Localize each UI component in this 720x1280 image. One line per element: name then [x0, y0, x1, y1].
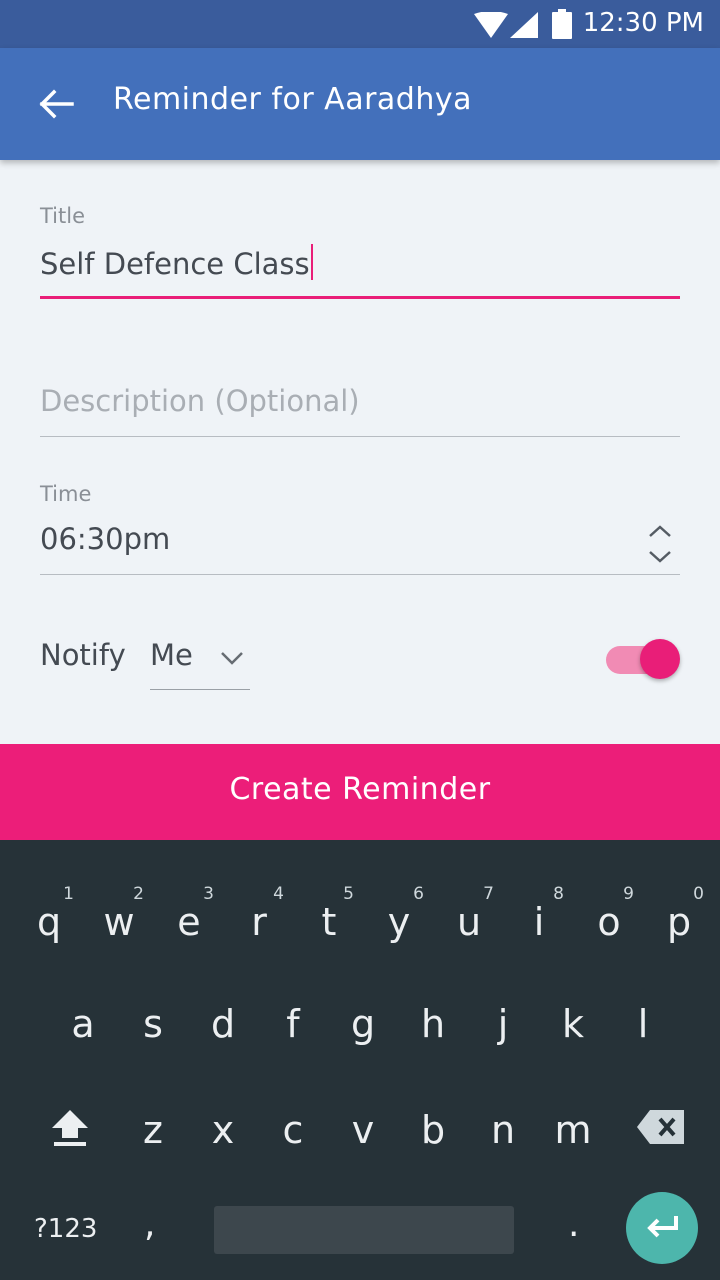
- notify-dropdown-underline: [150, 689, 250, 690]
- key-hint: 6: [413, 884, 424, 904]
- key-label: o: [597, 900, 621, 944]
- keyboard-key[interactable]: z: [118, 1094, 188, 1190]
- title-input[interactable]: Self Defence Class: [40, 244, 313, 281]
- keyboard-key[interactable]: g: [328, 988, 398, 1084]
- create-reminder-button[interactable]: Create Reminder: [0, 744, 720, 840]
- key-hint: 5: [343, 884, 354, 904]
- reminder-form: Title Self Defence Class Description (Op…: [0, 160, 720, 744]
- backspace-icon[interactable]: [636, 1108, 686, 1146]
- comma-key[interactable]: ,: [144, 1204, 155, 1245]
- symbols-key[interactable]: ?123: [34, 1214, 97, 1244]
- enter-icon: [647, 1216, 678, 1238]
- space-key[interactable]: [214, 1206, 514, 1254]
- keyboard-key[interactable]: x: [188, 1094, 258, 1190]
- back-arrow-icon[interactable]: [36, 84, 76, 124]
- key-label: q: [36, 900, 62, 944]
- notify-toggle[interactable]: [604, 638, 684, 682]
- status-time: 12:30 PM: [582, 8, 704, 38]
- text-cursor: [310, 244, 313, 280]
- description-input[interactable]: Description (Optional): [40, 384, 360, 418]
- key-label: t: [321, 900, 337, 944]
- notify-dropdown[interactable]: Me: [150, 638, 250, 690]
- key-label: a: [71, 1002, 95, 1046]
- key-label: x: [211, 1108, 235, 1152]
- keyboard-key[interactable]: r4: [224, 884, 294, 982]
- keyboard-key[interactable]: c: [258, 1094, 328, 1190]
- key-label: b: [420, 1108, 446, 1152]
- keyboard-key[interactable]: l: [608, 988, 678, 1084]
- keyboard-key[interactable]: k: [538, 988, 608, 1084]
- keyboard-key[interactable]: j: [468, 988, 538, 1084]
- keyboard-key[interactable]: t5: [294, 884, 364, 982]
- keyboard-key[interactable]: d: [188, 988, 258, 1084]
- time-input[interactable]: 06:30pm: [40, 522, 170, 556]
- key-label: p: [666, 900, 692, 944]
- page-title: Reminder for Aaradhya: [113, 82, 473, 117]
- period-key[interactable]: .: [568, 1204, 579, 1245]
- keyboard-key[interactable]: m: [538, 1094, 608, 1190]
- keyboard-key[interactable]: f: [258, 988, 328, 1084]
- key-label: e: [177, 900, 201, 944]
- key-hint: 3: [203, 884, 214, 904]
- title-label: Title: [40, 204, 86, 228]
- keyboard-key[interactable]: s: [118, 988, 188, 1084]
- keyboard-key[interactable]: b: [398, 1094, 468, 1190]
- key-label: d: [210, 1002, 236, 1046]
- notify-label: Notify: [40, 638, 126, 672]
- key-hint: 9: [623, 884, 634, 904]
- keyboard-key[interactable]: q1: [14, 884, 84, 982]
- key-label: r: [251, 900, 267, 944]
- key-hint: 7: [483, 884, 494, 904]
- shift-icon[interactable]: [50, 1106, 90, 1148]
- key-label: f: [286, 1002, 300, 1046]
- keyboard-key[interactable]: a: [48, 988, 118, 1084]
- keyboard-key[interactable]: v: [328, 1094, 398, 1190]
- time-label: Time: [40, 482, 92, 506]
- signal-icon: [510, 12, 538, 38]
- keyboard-key[interactable]: o9: [574, 884, 644, 982]
- app-bar: Reminder for Aaradhya: [0, 48, 720, 160]
- key-hint: 2: [133, 884, 144, 904]
- key-label: n: [490, 1108, 516, 1152]
- wifi-icon: [474, 12, 508, 38]
- keyboard-key[interactable]: n: [468, 1094, 538, 1190]
- key-label: v: [351, 1108, 375, 1152]
- key-label: i: [533, 900, 545, 944]
- key-label: j: [497, 1002, 509, 1046]
- title-underline: [40, 296, 680, 299]
- status-bar: 12:30 PM: [0, 0, 720, 48]
- key-label: g: [350, 1002, 376, 1046]
- key-label: c: [282, 1108, 304, 1152]
- key-hint: 1: [63, 884, 74, 904]
- toggle-thumb: [640, 639, 680, 679]
- title-input-value: Self Defence Class: [40, 247, 310, 281]
- keyboard-key[interactable]: y6: [364, 884, 434, 982]
- battery-icon: [552, 9, 572, 39]
- key-label: w: [103, 900, 135, 944]
- key-label: u: [456, 900, 482, 944]
- key-hint: 8: [553, 884, 564, 904]
- notify-dropdown-value: Me: [150, 638, 193, 672]
- keyboard-key[interactable]: i8: [504, 884, 574, 982]
- key-label: m: [554, 1108, 592, 1152]
- key-hint: 0: [693, 884, 704, 904]
- key-label: l: [637, 1002, 649, 1046]
- key-hint: 4: [273, 884, 284, 904]
- description-underline: [40, 436, 680, 437]
- keyboard-key[interactable]: e3: [154, 884, 224, 982]
- key-label: z: [143, 1108, 163, 1152]
- key-label: k: [561, 1002, 584, 1046]
- keyboard-key[interactable]: u7: [434, 884, 504, 982]
- chevron-down-icon: [221, 652, 243, 665]
- key-label: y: [387, 900, 411, 944]
- keyboard-key[interactable]: h: [398, 988, 468, 1084]
- time-underline: [40, 574, 680, 575]
- soft-keyboard: q1w2e3r4t5y6u7i8o9p0 asdfghjkl zxcvbnm ?…: [0, 840, 720, 1280]
- keyboard-key[interactable]: w2: [84, 884, 154, 982]
- key-label: s: [143, 1002, 163, 1046]
- key-label: h: [420, 1002, 446, 1046]
- enter-key[interactable]: [626, 1192, 698, 1264]
- time-stepper-icon[interactable]: [646, 524, 674, 564]
- keyboard-key[interactable]: p0: [644, 884, 714, 982]
